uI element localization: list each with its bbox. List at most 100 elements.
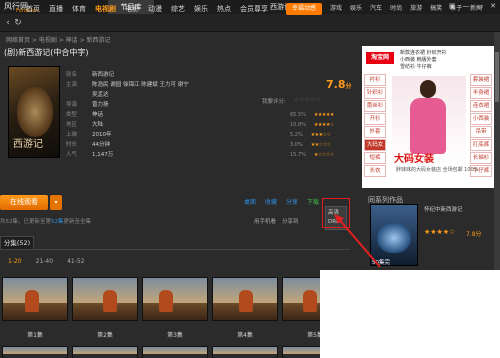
nav-item-sports[interactable]: 体育 [72,0,86,18]
episode-label[interactable]: 第1集 [2,330,68,339]
nav-item-hot[interactable]: 热点 [217,0,231,18]
nav-item-news[interactable]: 新闻 [470,3,482,15]
ad-category[interactable]: 套装裙 [470,74,492,86]
info-value[interactable]: 曾力扬 [92,100,109,109]
episode-thumbnail[interactable] [2,277,68,321]
scrollbar-thumb[interactable] [495,52,499,102]
ad-category[interactable]: 长衣 [364,165,386,177]
ad-category[interactable]: 半身裙 [470,87,492,99]
ad-category[interactable]: 打底裤 [470,139,492,151]
ad-category[interactable]: 小西装 [470,113,492,125]
rating-stars: ★★★★☆ [313,122,334,128]
poster-art [17,87,53,137]
rating-pct: 10.8% [290,122,306,128]
ad-category[interactable]: 开衫 [364,113,386,125]
refresh-icon[interactable]: ↻ [12,17,24,29]
info-value-actors[interactable]: 陈浩民 谢园 徐锦江 陈建斌 王力可 谢宁 [92,80,189,89]
blank-area [320,270,500,358]
ad-category[interactable]: 外套 [364,126,386,138]
rating-dist-row: 10.8% ★★★★☆ [290,122,334,130]
rating-suffix: 分 [345,83,352,90]
episode-label[interactable]: 第3集 [142,330,208,339]
breadcrumb[interactable]: 网络首页 > 电视剧 > 神话 > 新西游记 [6,35,111,45]
ad-slogan[interactable]: 大码女装 [394,150,434,165]
info-key: 时长 [66,142,78,148]
nav-item-variety[interactable]: 综艺 [171,0,185,18]
nav-item-car[interactable]: 汽车 [370,3,382,15]
rating-stars: ★★★☆☆ [310,132,331,138]
related-stars: ★★★★☆ [424,228,456,236]
ad-logo[interactable]: 淘宝网 [366,52,394,64]
info-key: 人气 [66,152,78,158]
download-link[interactable]: 下载 [307,197,319,207]
nav-item-movie[interactable]: 电影 [125,0,139,18]
annotation-arrow-icon [334,214,381,268]
nav-item-home[interactable]: 首页 [26,0,40,18]
ad-link[interactable]: 新款连衣裙 针织开衫 [400,50,490,57]
nav-item-live[interactable]: 直播 [49,0,63,18]
scrollbar[interactable] [494,32,500,272]
share-link[interactable]: 分享 [286,197,298,207]
related-title[interactable]: 怀纪中新西游记 [424,205,463,213]
ad-category[interactable]: 衬衫 [364,74,386,86]
range-tab[interactable]: 41-52 [67,258,84,267]
notice-link[interactable]: 52集 [51,219,64,225]
ad-category[interactable]: 短裤 [364,152,386,164]
info-row: 主演 陈浩民 谢园 徐锦江 陈建斌 王力可 谢宁 [66,80,189,89]
nav-item-fashion[interactable]: 时尚 [390,3,402,15]
info-value[interactable]: 神话 [92,110,103,119]
ad-link[interactable]: 小西装 韩版外套 [400,57,490,64]
rating-pct: 15.7% [290,152,306,158]
nav-item-vip[interactable]: 会员尊享 [240,0,268,18]
episode-thumbnail[interactable] [2,346,68,358]
episode-thumbnail[interactable] [212,346,278,358]
desktop-link[interactable]: 桌面 [244,197,256,207]
ad-category[interactable]: 连衣裙 [470,100,492,112]
action-links: 桌面 收藏 分享 下载 [244,197,319,207]
mobile-watch-link[interactable]: 用手机看 [254,217,276,226]
info-row: 别名 新西游记 [66,70,114,79]
watch-online-button[interactable]: 在线观看 [0,195,48,210]
info-value-actors[interactable]: 吴孟达 [92,90,109,99]
nav-item-anime[interactable]: 动漫 [148,0,162,18]
info-key: 类型 [66,112,78,118]
poster-image[interactable]: 西游记 [8,66,60,158]
range-tab[interactable]: 21-40 [36,258,53,267]
rating-stars: ★☆☆☆☆ [313,152,334,158]
chevron-down-icon[interactable]: ▾ [50,195,62,210]
episode-thumbnail[interactable] [142,277,208,321]
tab-episodes[interactable]: 分集(52) [0,236,34,250]
ad-category[interactable]: 吊带 [470,126,492,138]
rate-stars-input[interactable]: ☆☆☆☆☆ [294,96,321,103]
nav-item-funny[interactable]: 搞笑 [430,3,442,15]
nav-item-games[interactable]: 游戏 [330,3,342,15]
rating-pct: 3.0% [290,142,303,148]
favorite-link[interactable]: 收藏 [265,197,277,207]
ad-subtext: 胖妹妹的大码女装店 全场包邮 100% [396,167,479,173]
episode-label[interactable]: 第4集 [212,330,278,339]
range-tab[interactable]: 1-20 [8,258,22,267]
episode-thumbnail[interactable] [72,346,138,358]
nav-special-badge[interactable]: 幸福动感 [286,3,323,15]
ad-link[interactable]: 雪纺衫 牛仔裤 [400,64,490,71]
nav-item-entertain[interactable]: 娱乐 [350,3,362,15]
episode-thumbnail[interactable] [212,277,278,321]
nav-item-ent[interactable]: 娱乐 [194,0,208,18]
ad-category[interactable]: 长袖衫 [470,152,492,164]
page-title: (剧)新西游记(中合中字) [4,48,89,57]
rate-label: 我要评分: [262,99,286,105]
rating-dist-row: 15.7% ★☆☆☆☆ [290,152,334,160]
nav-item-travel[interactable]: 旅游 [410,3,422,15]
episode-label[interactable]: 第2集 [72,330,138,339]
ad-category[interactable]: 针织衫 [364,87,386,99]
related-score: 7.8分 [466,231,482,238]
episode-thumbnail[interactable] [142,346,208,358]
info-key: 上映 [66,132,78,138]
nav-item-kids[interactable]: 亲子 [450,3,462,15]
episode-thumbnail[interactable] [72,277,138,321]
ad-category[interactable]: 蕾丝衫 [364,100,386,112]
rating-pct: 5.2% [290,132,303,138]
ad-category[interactable]: 大码女 [364,139,386,151]
nav-item-tv[interactable]: 电视剧 [95,0,116,18]
close-icon[interactable]: ✕ [490,2,496,12]
